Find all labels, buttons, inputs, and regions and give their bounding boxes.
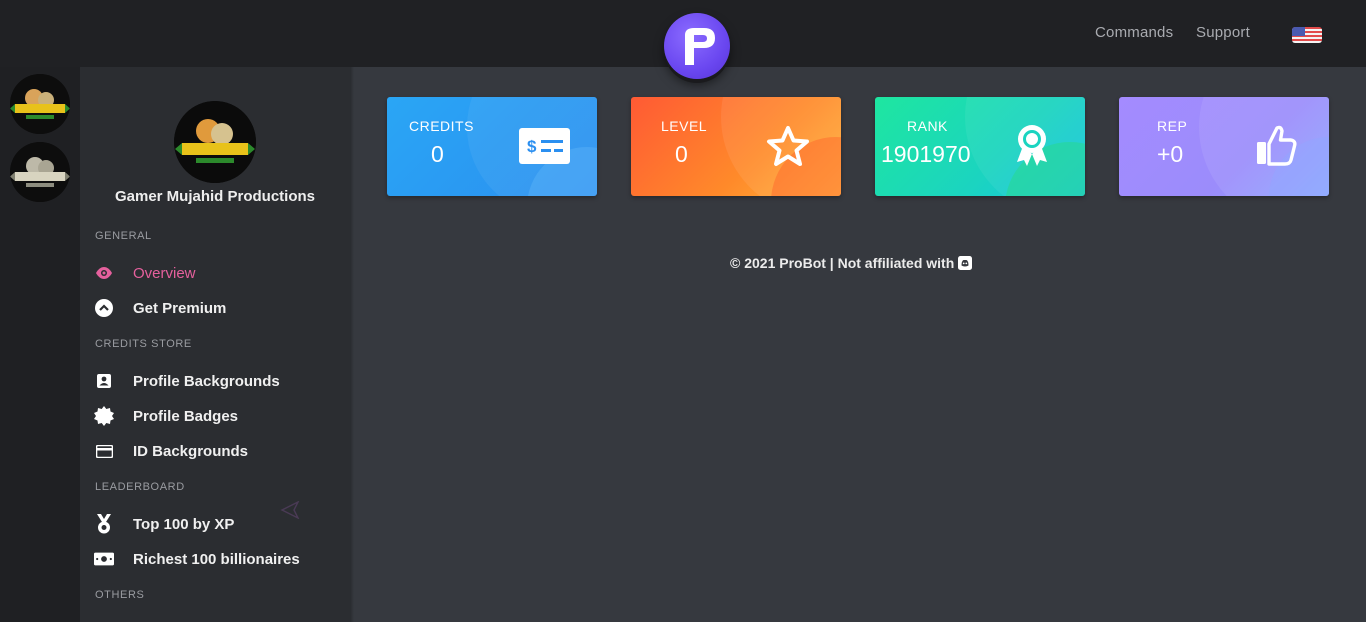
credits-card: CREDITS 0 $ [387, 97, 597, 196]
chevron-up-circle-icon [94, 298, 114, 318]
rep-value: +0 [1157, 141, 1184, 167]
rank-label: RANK [907, 118, 948, 134]
server-avatar[interactable] [10, 142, 70, 202]
cursor-arrow-icon [280, 501, 300, 519]
sidebar-item-id-backgrounds[interactable]: ID Backgrounds [94, 439, 248, 463]
server-rail [0, 67, 80, 622]
rank-value: 1901970 [881, 141, 971, 167]
rep-card: REP +0 [1119, 97, 1329, 196]
medal-icon [94, 514, 114, 534]
thumbs-up-icon [1257, 125, 1297, 166]
money-check-icon: $ [519, 128, 570, 164]
footer: © 2021 ProBot | Not affiliated with [730, 255, 973, 271]
section-general: GENERAL [95, 230, 152, 242]
star-icon [767, 126, 809, 166]
sidebar-item-label: Profile Backgrounds [133, 372, 280, 390]
sidebar-item-top-100-xp[interactable]: Top 100 by XP [94, 512, 234, 536]
credits-value: 0 [431, 141, 444, 167]
sidebar-item-overview[interactable]: Overview [94, 261, 196, 285]
guild-name: Gamer Mujahid Productions [114, 188, 316, 205]
sidebar-item-profile-badges[interactable]: Profile Badges [94, 404, 238, 428]
section-leaderboard: LEADERBOARD [95, 481, 185, 493]
discord-icon[interactable] [958, 256, 973, 270]
sidebar-item-richest-100[interactable]: Richest 100 billionaires [94, 547, 300, 571]
contact-card-icon [94, 371, 114, 391]
award-icon [1017, 125, 1047, 166]
sidebar-item-label: Richest 100 billionaires [133, 550, 300, 568]
guild-avatar [174, 101, 256, 183]
nav-commands-link[interactable]: Commands [1095, 24, 1173, 41]
sidebar: Gamer Mujahid Productions GENERAL Overvi… [80, 67, 350, 622]
section-others: OTHERS [95, 589, 145, 601]
sidebar-item-label: Top 100 by XP [133, 515, 235, 533]
divider [350, 67, 354, 622]
badge-icon [94, 406, 114, 426]
sidebar-item-label: Get Premium [133, 299, 227, 317]
level-card: LEVEL 0 [631, 97, 841, 196]
level-value: 0 [675, 141, 688, 167]
sidebar-item-label: ID Backgrounds [133, 442, 249, 460]
sidebar-item-get-premium[interactable]: Get Premium [94, 296, 226, 320]
money-bill-icon [94, 549, 114, 569]
footer-text: © 2021 ProBot | Not affiliated with [730, 255, 955, 271]
nav-support-link[interactable]: Support [1196, 24, 1250, 41]
probot-logo[interactable] [664, 13, 730, 79]
language-flag-icon[interactable] [1292, 27, 1322, 43]
level-label: LEVEL [661, 118, 708, 134]
credit-card-icon [94, 441, 114, 461]
sidebar-item-label: Overview [133, 264, 196, 282]
svg-text:$: $ [527, 137, 537, 156]
rank-card: RANK 1901970 [875, 97, 1085, 196]
rep-label: REP [1157, 118, 1188, 134]
server-avatar[interactable] [10, 74, 70, 134]
eye-icon [94, 263, 114, 283]
sidebar-item-profile-backgrounds[interactable]: Profile Backgrounds [94, 369, 280, 393]
credits-label: CREDITS [409, 118, 474, 134]
section-credits-store: CREDITS STORE [95, 338, 192, 350]
sidebar-item-label: Profile Badges [133, 407, 239, 425]
